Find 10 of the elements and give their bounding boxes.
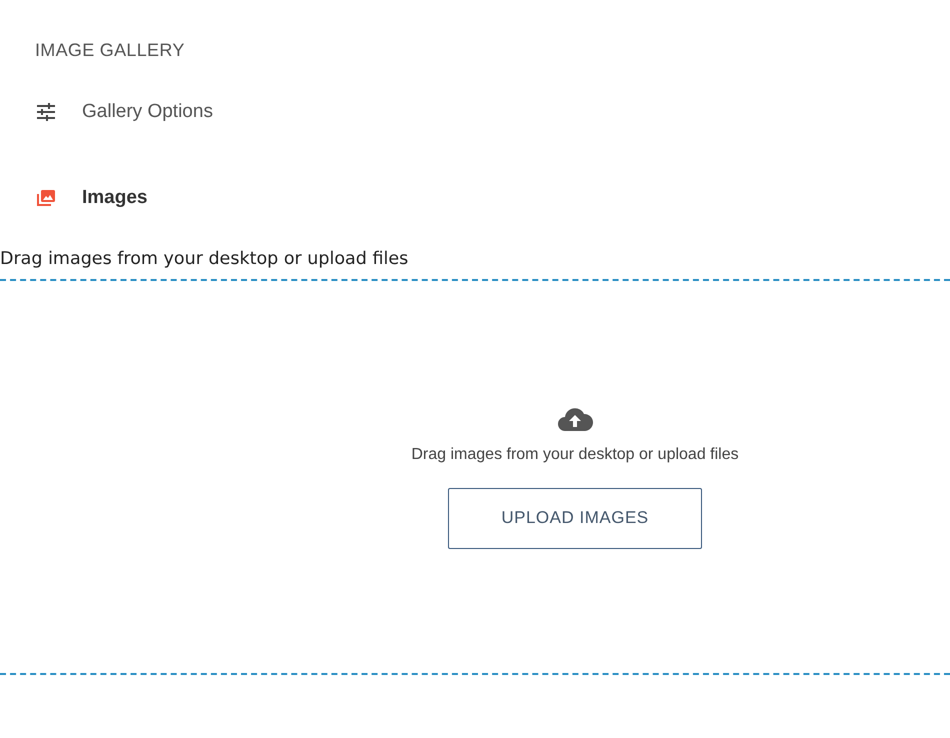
drop-zone[interactable]: Drag images from your desktop or upload files UPLOAD IMAGES (0, 279, 950, 675)
drop-hint: Drag images from your desktop or upload files (411, 446, 739, 464)
images-icon (36, 189, 56, 207)
sliders-icon (36, 103, 56, 121)
upload-button[interactable]: UPLOAD IMAGES (448, 488, 702, 548)
nav-item[interactable]: Gallery Options (36, 97, 950, 127)
nav-item[interactable]: Images (36, 183, 950, 213)
sidebar-title: IMAGE GALLERY (35, 40, 186, 61)
cloud-upload-icon (557, 406, 593, 432)
instruction-text: Drag images from your desktop or upload files (0, 249, 410, 269)
